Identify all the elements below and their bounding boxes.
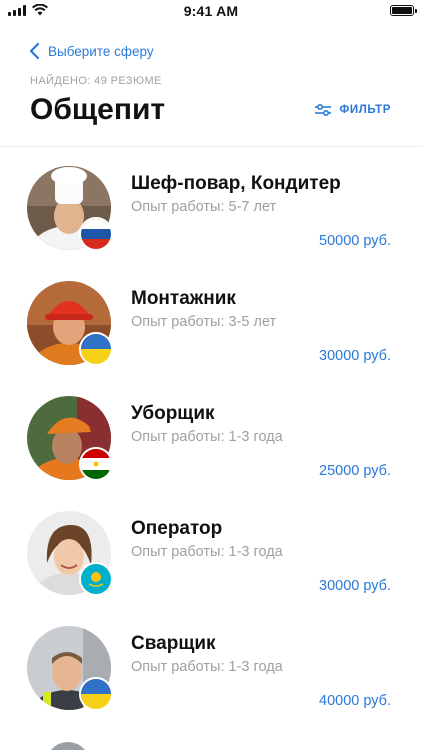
experience-text: Опыт работы: 3-5 лет [131, 314, 277, 330]
kazakhstan-flag-icon [79, 562, 113, 596]
job-title: Уборщик [131, 403, 215, 424]
job-title: Сварщик [131, 633, 216, 654]
next-avatar-peek [46, 742, 90, 750]
chevron-left-icon [29, 42, 40, 60]
results-count: НАЙДЕНО: 49 РЕЗЮМЕ [30, 75, 162, 87]
page-title: Общепит [30, 93, 166, 126]
list-item[interactable]: Уборщик Опыт работы: 1-3 года 25000 руб. [0, 377, 422, 492]
list-item[interactable]: Шеф-повар, Кондитер Опыт работы: 5-7 лет… [0, 147, 422, 262]
status-time: 9:41 AM [183, 3, 239, 19]
back-label: Выберите сферу [48, 43, 154, 59]
experience-text: Опыт работы: 1-3 года [131, 429, 283, 445]
list-item[interactable]: Оператор Опыт работы: 1-3 года 30000 руб… [0, 492, 422, 607]
ukraine-flag-icon [79, 677, 113, 711]
job-title: Монтажник [131, 288, 236, 309]
experience-text: Опыт работы: 1-3 года [131, 659, 283, 675]
tajikistan-flag-icon [79, 447, 113, 481]
ukraine-flag-icon [79, 332, 113, 366]
filter-button[interactable]: ФИЛЬТР [315, 104, 391, 116]
experience-text: Опыт работы: 5-7 лет [131, 199, 277, 215]
back-button[interactable]: Выберите сферу [28, 42, 154, 60]
salary-text: 25000 руб. [319, 463, 391, 479]
sliders-icon [315, 104, 332, 116]
status-bar: 9:41 AM [0, 0, 422, 22]
experience-text: Опыт работы: 1-3 года [131, 544, 283, 560]
russia-flag-icon [79, 217, 113, 251]
filter-label: ФИЛЬТР [339, 104, 391, 116]
screen: 9:41 AM Выберите сферу НАЙДЕНО: 49 РЕЗЮМ… [0, 0, 422, 750]
salary-text: 30000 руб. [319, 578, 391, 594]
salary-text: 50000 руб. [319, 233, 391, 249]
salary-text: 30000 руб. [319, 348, 391, 364]
job-title: Шеф-повар, Кондитер [131, 173, 341, 194]
list-item[interactable]: Монтажник Опыт работы: 3-5 лет 30000 руб… [0, 262, 422, 377]
battery-icon [390, 5, 417, 16]
job-title: Оператор [131, 518, 223, 539]
resume-list: Шеф-повар, Кондитер Опыт работы: 5-7 лет… [0, 147, 422, 722]
list-item[interactable]: Сварщик Опыт работы: 1-3 года 40000 руб. [0, 607, 422, 722]
salary-text: 40000 руб. [319, 693, 391, 709]
